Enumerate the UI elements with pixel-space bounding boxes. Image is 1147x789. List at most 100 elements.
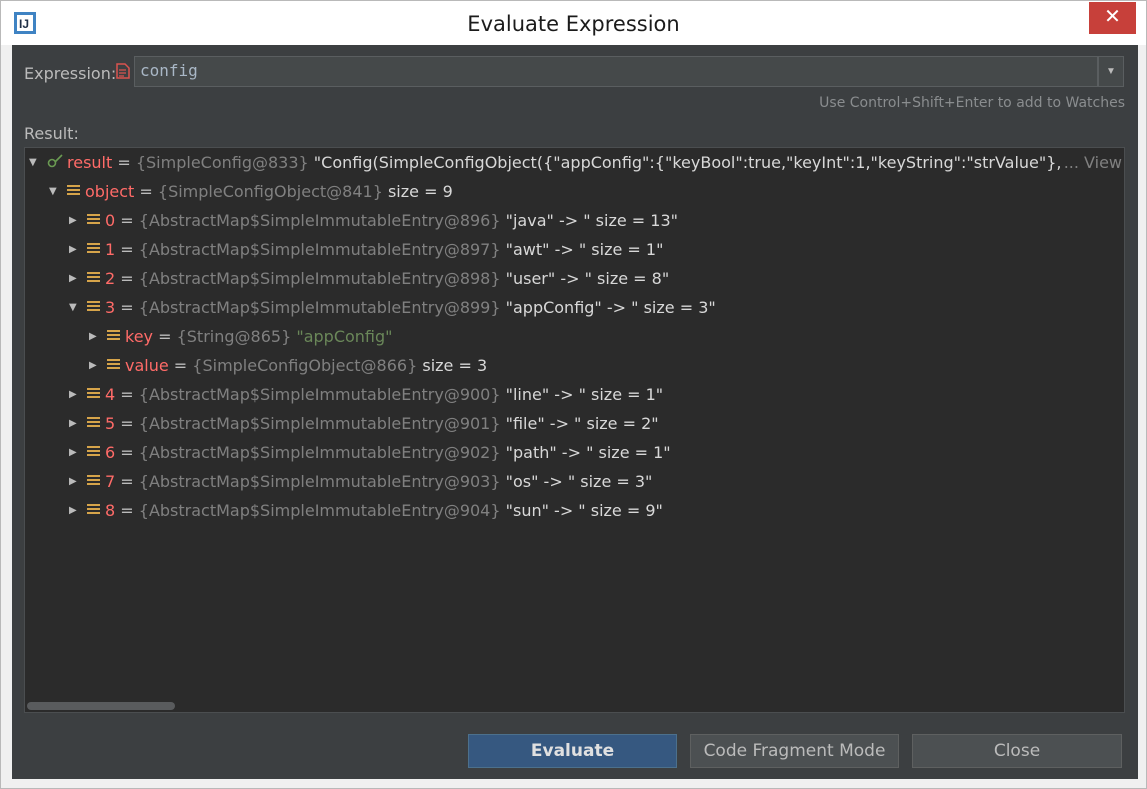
node-value: size = 3 xyxy=(417,356,488,375)
object-reference: {AbstractMap$SimpleImmutableEntry@898} xyxy=(138,269,501,288)
close-button[interactable]: Close xyxy=(912,734,1122,768)
evaluate-button[interactable]: Evaluate xyxy=(468,734,677,768)
collapse-arrow-icon[interactable]: ▼ xyxy=(69,293,79,322)
expand-arrow-icon[interactable]: ▶ xyxy=(69,438,79,467)
node-name: 8 xyxy=(105,501,116,520)
object-reference: {AbstractMap$SimpleImmutableEntry@903} xyxy=(138,472,501,491)
window-close-button[interactable]: ✕ xyxy=(1089,2,1136,34)
node-name: object xyxy=(85,182,135,201)
horizontal-scrollbar[interactable] xyxy=(27,702,175,710)
equals-sign: = xyxy=(168,356,193,375)
equals-sign: = xyxy=(153,327,177,346)
object-reference: {SimpleConfigObject@866} xyxy=(192,356,418,375)
node-name: value xyxy=(125,356,169,375)
expression-label: Expression: xyxy=(24,64,117,83)
node-name: 6 xyxy=(105,443,116,462)
tree-row[interactable]: ▶ value = {SimpleConfigObject@866} size =… xyxy=(25,351,1124,380)
expression-history-dropdown[interactable]: ▼ xyxy=(1098,56,1124,87)
object-reference: {AbstractMap$SimpleImmutableEntry@899} xyxy=(138,298,501,317)
tree-row[interactable]: ▶ 4 = {AbstractMap$SimpleImmutableEntry@9… xyxy=(25,380,1124,409)
field-list-icon xyxy=(107,330,120,342)
expand-arrow-icon[interactable]: ▶ xyxy=(69,380,79,409)
equals-sign: = xyxy=(115,414,139,433)
equals-sign: = xyxy=(115,385,139,404)
watches-hint: Use Control+Shift+Enter to add to Watche… xyxy=(819,95,1125,111)
string-value: "appConfig" xyxy=(291,327,393,346)
expand-arrow-icon[interactable]: ▶ xyxy=(89,322,99,351)
node-value: "file" -> " size = 2" xyxy=(500,414,659,433)
field-list-icon xyxy=(87,446,100,458)
tree-row[interactable]: ▶ 1 = {AbstractMap$SimpleImmutableEntry@8… xyxy=(25,235,1124,264)
tree-row-text: 6 = {AbstractMap$SimpleImmutableEntry@90… xyxy=(105,438,671,467)
tree-row[interactable]: ▼ 3 = {AbstractMap$SimpleImmutableEntry@8… xyxy=(25,293,1124,322)
tree-row-text: 5 = {AbstractMap$SimpleImmutableEntry@90… xyxy=(105,409,659,438)
node-value: "java" -> " size = 13" xyxy=(500,211,678,230)
expression-input[interactable]: config xyxy=(134,56,1098,87)
field-list-icon xyxy=(87,301,100,313)
expand-arrow-icon[interactable]: ▶ xyxy=(69,206,79,235)
expand-arrow-icon[interactable]: ▶ xyxy=(69,264,79,293)
node-name: key xyxy=(125,327,154,346)
expand-arrow-icon[interactable]: ▶ xyxy=(69,467,79,496)
window-title: Evaluate Expression xyxy=(467,12,680,36)
expand-arrow-icon[interactable]: ▶ xyxy=(69,235,79,264)
view-link[interactable]: ... View xyxy=(1061,148,1122,177)
node-value: "sun" -> " size = 9" xyxy=(500,501,663,520)
field-list-icon xyxy=(87,388,100,400)
node-name: 3 xyxy=(105,298,116,317)
field-list-icon xyxy=(87,243,100,255)
tree-row[interactable]: ▶ 2 = {AbstractMap$SimpleImmutableEntry@8… xyxy=(25,264,1124,293)
field-list-icon xyxy=(87,417,100,429)
tree-row[interactable]: ▶ key = {String@865} "appConfig" xyxy=(25,322,1124,351)
equals-sign: = xyxy=(115,443,139,462)
tree-row[interactable]: ▶ 0 = {AbstractMap$SimpleImmutableEntry@8… xyxy=(25,206,1124,235)
node-name: 1 xyxy=(105,240,116,259)
code-fragment-mode-button[interactable]: Code Fragment Mode xyxy=(690,734,899,768)
node-value: "awt" -> " size = 1" xyxy=(500,240,664,259)
equals-sign: = xyxy=(112,153,136,172)
tree-row-text: 4 = {AbstractMap$SimpleImmutableEntry@90… xyxy=(105,380,663,409)
object-reference: {AbstractMap$SimpleImmutableEntry@901} xyxy=(138,414,501,433)
tree-row-text: 3 = {AbstractMap$SimpleImmutableEntry@89… xyxy=(105,293,716,322)
equals-sign: = xyxy=(115,269,139,288)
equals-sign: = xyxy=(134,182,158,201)
tree-row[interactable]: ▶ 5 = {AbstractMap$SimpleImmutableEntry@9… xyxy=(25,409,1124,438)
tree-row[interactable]: ▶ 7 = {AbstractMap$SimpleImmutableEntry@9… xyxy=(25,467,1124,496)
tree-row[interactable]: ▼ result = {SimpleConfig@833} "Config(Sim… xyxy=(25,148,1124,177)
tree-row-text: key = {String@865} "appConfig" xyxy=(125,322,393,351)
expand-arrow-icon[interactable]: ▶ xyxy=(69,496,79,525)
node-name: 7 xyxy=(105,472,116,491)
collapse-arrow-icon[interactable]: ▼ xyxy=(49,177,59,206)
field-list-icon xyxy=(87,214,100,226)
evaluate-expression-window: IJ Evaluate Expression ✕ Expression: con… xyxy=(0,0,1147,789)
object-reference: {AbstractMap$SimpleImmutableEntry@904} xyxy=(138,501,501,520)
node-value: "path" -> " size = 1" xyxy=(500,443,671,462)
collapse-arrow-icon[interactable]: ▼ xyxy=(29,148,39,177)
tree-row[interactable]: ▶ 6 = {AbstractMap$SimpleImmutableEntry@9… xyxy=(25,438,1124,467)
node-value: "os" -> " size = 3" xyxy=(500,472,653,491)
tree-row-text: 1 = {AbstractMap$SimpleImmutableEntry@89… xyxy=(105,235,663,264)
node-name: 2 xyxy=(105,269,116,288)
object-reference: {AbstractMap$SimpleImmutableEntry@902} xyxy=(138,443,501,462)
object-reference: {SimpleConfig@833} xyxy=(135,153,309,172)
tree-row[interactable]: ▼ object = {SimpleConfigObject@841} size … xyxy=(25,177,1124,206)
object-reference: {String@865} xyxy=(176,327,292,346)
tree-row[interactable]: ▶ 8 = {AbstractMap$SimpleImmutableEntry@9… xyxy=(25,496,1124,525)
field-list-icon xyxy=(107,359,120,371)
object-reference: {SimpleConfigObject@841} xyxy=(157,182,383,201)
node-value: "user" -> " size = 8" xyxy=(500,269,670,288)
result-tree[interactable]: ▼ result = {SimpleConfig@833} "Config(Sim… xyxy=(24,147,1125,713)
node-value: "line" -> " size = 1" xyxy=(500,385,664,404)
tree-row-text: 2 = {AbstractMap$SimpleImmutableEntry@89… xyxy=(105,264,669,293)
expand-arrow-icon[interactable]: ▶ xyxy=(69,409,79,438)
title-bar: IJ Evaluate Expression ✕ xyxy=(1,1,1146,45)
tree-row-text: 7 = {AbstractMap$SimpleImmutableEntry@90… xyxy=(105,467,652,496)
field-list-icon xyxy=(67,185,80,197)
result-icon xyxy=(47,154,63,168)
tree-row-text: 8 = {AbstractMap$SimpleImmutableEntry@90… xyxy=(105,496,663,525)
node-value: "appConfig" -> " size = 3" xyxy=(500,298,716,317)
expand-arrow-icon[interactable]: ▶ xyxy=(89,351,99,380)
object-reference: {AbstractMap$SimpleImmutableEntry@896} xyxy=(138,211,501,230)
tree-row-text: object = {SimpleConfigObject@841} size =… xyxy=(85,177,453,206)
node-name: 4 xyxy=(105,385,116,404)
